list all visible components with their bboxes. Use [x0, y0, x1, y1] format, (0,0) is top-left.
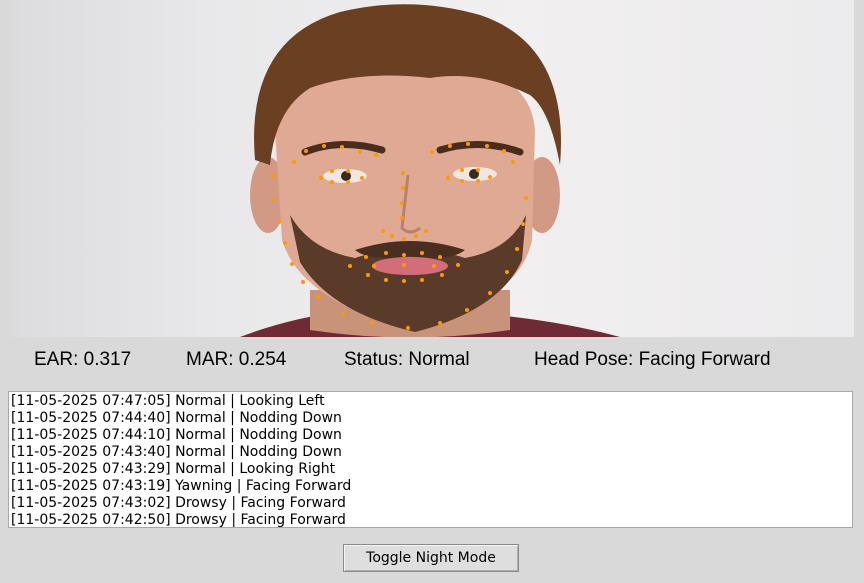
log-entry: [11-05-2025 07:44:10] Normal | Nodding D…: [11, 427, 342, 443]
app-window: EAR: 0.317 MAR: 0.254 Status: Normal Hea…: [0, 0, 864, 583]
camera-feed: [10, 0, 854, 337]
mar-value: MAR: 0.254: [186, 349, 287, 370]
log-entry: [11-05-2025 07:44:40] Normal | Nodding D…: [11, 410, 342, 426]
toggle-night-mode-button[interactable]: Toggle Night Mode: [343, 544, 519, 572]
log-entry: [11-05-2025 07:42:50] Drowsy | Facing Fo…: [11, 512, 346, 528]
camera-image: [240, 4, 620, 337]
log-entry: [11-05-2025 07:43:29] Normal | Looking R…: [11, 461, 336, 477]
metrics-bar: EAR: 0.317 MAR: 0.254 Status: Normal Hea…: [34, 348, 771, 372]
head-pose-value: Head Pose: Facing Forward: [534, 349, 771, 370]
lips: [372, 257, 448, 275]
log-entry: [11-05-2025 07:43:19] Yawning | Facing F…: [11, 478, 352, 494]
log-entry: [11-05-2025 07:43:40] Normal | Nodding D…: [11, 444, 342, 460]
log-entry: [11-05-2025 07:43:02] Drowsy | Facing Fo…: [11, 495, 346, 511]
status-value: Status: Normal: [344, 349, 470, 370]
left-pupil: [341, 171, 351, 181]
log-entry: [11-05-2025 07:47:05] Normal | Looking L…: [11, 393, 325, 409]
ear-value: EAR: 0.317: [34, 349, 132, 370]
event-log[interactable]: [11-05-2025 07:47:05] Normal | Looking L…: [8, 391, 853, 528]
